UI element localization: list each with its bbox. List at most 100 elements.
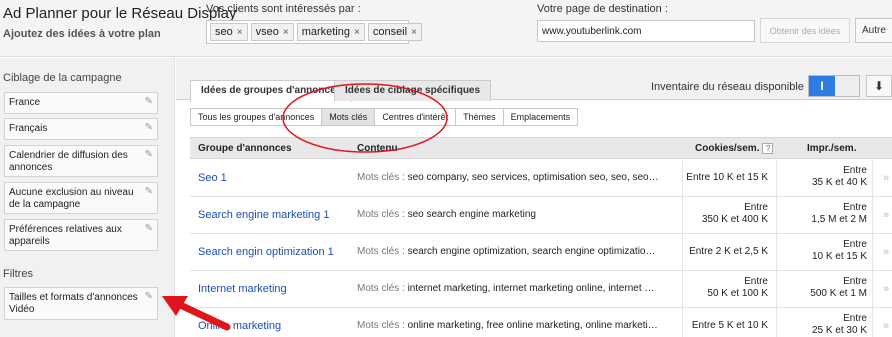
pencil-icon[interactable]: ✎ xyxy=(145,149,153,161)
cookies-cell: Entre 350 K et 400 K xyxy=(678,202,768,226)
help-icon[interactable]: ? xyxy=(762,143,774,154)
expand-arrow-icon[interactable]: » xyxy=(883,209,889,221)
interest-chip[interactable]: conseil × xyxy=(367,23,422,41)
remove-chip-icon[interactable]: × xyxy=(283,27,289,38)
chip-label: conseil xyxy=(372,26,408,38)
sidebar-item-ad-schedule[interactable]: Calendrier de diffusion des annonces ✎ xyxy=(4,145,158,177)
cookies-cell: Entre 10 K et 15 K xyxy=(678,172,768,184)
expand-arrow-icon[interactable]: » xyxy=(883,246,889,258)
sidebar-item-devices[interactable]: Préférences relatives aux appareils ✎ xyxy=(4,219,158,251)
interest-chip[interactable]: marketing × xyxy=(296,23,365,41)
pencil-icon[interactable]: ✎ xyxy=(145,96,153,108)
expand-arrow-icon[interactable]: » xyxy=(883,172,889,184)
ad-group-link[interactable]: Search engin optimization 1 xyxy=(198,246,334,258)
subtab-placements[interactable]: Emplacements xyxy=(502,108,579,126)
app-subtitle: Ajoutez des idées à votre plan xyxy=(3,28,161,40)
table-header: Groupe d'annonces Contenu Cookies/sem.? … xyxy=(190,137,892,159)
col-cookies[interactable]: Cookies/sem.? xyxy=(695,143,774,154)
impr-line: 1,5 M et 2 M xyxy=(811,214,867,225)
content-keywords: seo search engine marketing xyxy=(407,209,536,220)
table-row[interactable]: Search engine marketing 1 Mots clés : se… xyxy=(190,197,892,234)
impressions-cell: Entre 500 K et 1 M xyxy=(780,276,867,300)
subtab-topics[interactable]: Thèmes xyxy=(455,108,504,126)
cookies-line: Entre xyxy=(744,202,768,213)
other-button[interactable]: Autre xyxy=(855,18,892,43)
remove-chip-icon[interactable]: × xyxy=(354,27,360,38)
tab-targeting-ideas[interactable]: Idées de ciblage spécifiques xyxy=(334,80,492,101)
destination-url-input[interactable] xyxy=(537,20,755,42)
col-content[interactable]: Contenu xyxy=(357,143,398,154)
table-row[interactable]: Internet marketing Mots clés : internet … xyxy=(190,271,892,308)
header: Ad Planner pour le Réseau Display Ajoute… xyxy=(0,0,892,57)
sidebar-item-exclusions[interactable]: Aucune exclusion au niveau de la campagn… xyxy=(4,182,158,214)
impr-line: Entre xyxy=(843,276,867,287)
impr-line: Entre xyxy=(843,239,867,250)
ad-group-link[interactable]: Seo 1 xyxy=(198,172,227,184)
interest-chip[interactable]: vseo × xyxy=(250,23,294,41)
content-cell: Mots clés : online marketing, free onlin… xyxy=(357,320,675,331)
cookies-cell: Entre 5 K et 10 K xyxy=(678,320,768,332)
sidebar-item-value: Vidéo xyxy=(9,304,35,315)
tab-bar: Idées de groupes d'annonces Idées de cib… xyxy=(176,58,892,102)
ad-group-link[interactable]: Internet marketing xyxy=(198,283,287,295)
ad-group-link[interactable]: Online marketing xyxy=(198,320,281,332)
content-cell: Mots clés : seo company, seo services, o… xyxy=(357,172,675,183)
cookies-value: Entre 5 K et 10 K xyxy=(691,320,768,331)
main-panel: Idées de groupes d'annonces Idées de cib… xyxy=(176,58,892,337)
sidebar-item-ad-formats[interactable]: Tailles et formats d'annonces Vidéo ✎ xyxy=(4,287,158,320)
cookies-cell: Entre 2 K et 2,5 K xyxy=(678,246,768,258)
col-cookies-label: Cookies/sem. xyxy=(695,143,760,154)
sidebar-item-label: France xyxy=(9,97,41,108)
impressions-cell: Entre 25 K et 30 K xyxy=(780,313,867,337)
pencil-icon[interactable]: ✎ xyxy=(145,122,153,134)
cookies-value: Entre 10 K et 15 K xyxy=(686,172,768,183)
interest-label: Vos clients sont intéressés par : xyxy=(206,3,361,15)
impr-line: Entre xyxy=(843,202,867,213)
ad-group-link[interactable]: Search engine marketing 1 xyxy=(198,209,329,221)
table-row[interactable]: Search engin optimization 1 Mots clés : … xyxy=(190,234,892,271)
subtab-bar: Tous les groupes d'annonces Mots clés Ce… xyxy=(190,108,579,126)
impressions-cell: Entre 10 K et 15 K xyxy=(780,239,867,263)
pencil-icon[interactable]: ✎ xyxy=(145,291,153,303)
filters-title: Filtres xyxy=(3,268,33,280)
inventory-toggle[interactable]: I xyxy=(808,75,860,97)
interest-chip-input[interactable]: seo × vseo × marketing × conseil × xyxy=(206,20,422,44)
table-row[interactable]: Online marketing Mots clés : online mark… xyxy=(190,308,892,337)
impr-line: 25 K et 30 K xyxy=(811,325,867,336)
expand-arrow-icon[interactable]: » xyxy=(883,320,889,332)
chip-label: seo xyxy=(215,26,233,38)
impr-line: 500 K et 1 M xyxy=(810,288,867,299)
sidebar-item-label: Tailles et formats d'annonces xyxy=(9,292,138,303)
subtab-interests[interactable]: Centres d'intérêt xyxy=(374,108,457,126)
content-keywords: search engine optimization, search engin… xyxy=(407,246,656,257)
content-cell: Mots clés : seo search engine marketing xyxy=(357,209,675,220)
chip-label: marketing xyxy=(301,26,350,38)
pencil-icon[interactable]: ✎ xyxy=(145,223,153,235)
chip-label: vseo xyxy=(255,26,279,38)
remove-chip-icon[interactable]: × xyxy=(237,27,243,38)
cookies-line: Entre xyxy=(744,276,768,287)
sidebar-item-language[interactable]: Français ✎ xyxy=(4,118,158,140)
col-ad-group[interactable]: Groupe d'annonces xyxy=(198,143,292,154)
expand-arrow-icon[interactable]: » xyxy=(883,283,889,295)
content-keywords: seo company, seo services, optimisation … xyxy=(407,172,659,183)
subtab-all-ad-groups[interactable]: Tous les groupes d'annonces xyxy=(190,108,323,126)
content-keywords: online marketing, free online marketing,… xyxy=(407,320,658,331)
content-keywords: internet marketing, internet marketing o… xyxy=(407,283,655,294)
pencil-icon[interactable]: ✎ xyxy=(145,186,153,198)
cookies-line: 50 K et 100 K xyxy=(707,288,768,299)
download-icon[interactable]: ⬇ xyxy=(866,75,892,97)
cookies-value: Entre 2 K et 2,5 K xyxy=(689,246,768,257)
interest-chip[interactable]: seo × xyxy=(210,23,248,41)
remove-chip-icon[interactable]: × xyxy=(411,27,417,38)
col-impressions[interactable]: Impr./sem. xyxy=(807,143,856,154)
sidebar-item-location[interactable]: France ✎ xyxy=(4,92,158,114)
get-ideas-button[interactable]: Obtenir des idées xyxy=(760,18,850,43)
table-row[interactable]: Seo 1 Mots clés : seo company, seo servi… xyxy=(190,160,892,197)
content-prefix: Mots clés : xyxy=(357,246,408,257)
tab-ad-group-ideas[interactable]: Idées de groupes d'annonces xyxy=(190,80,353,102)
subtab-keywords[interactable]: Mots clés xyxy=(321,108,376,126)
impressions-cell: Entre 35 K et 40 K xyxy=(780,165,867,189)
impr-line: 10 K et 15 K xyxy=(811,251,867,262)
sidebar: Ciblage de la campagne France ✎ Français… xyxy=(0,58,175,337)
